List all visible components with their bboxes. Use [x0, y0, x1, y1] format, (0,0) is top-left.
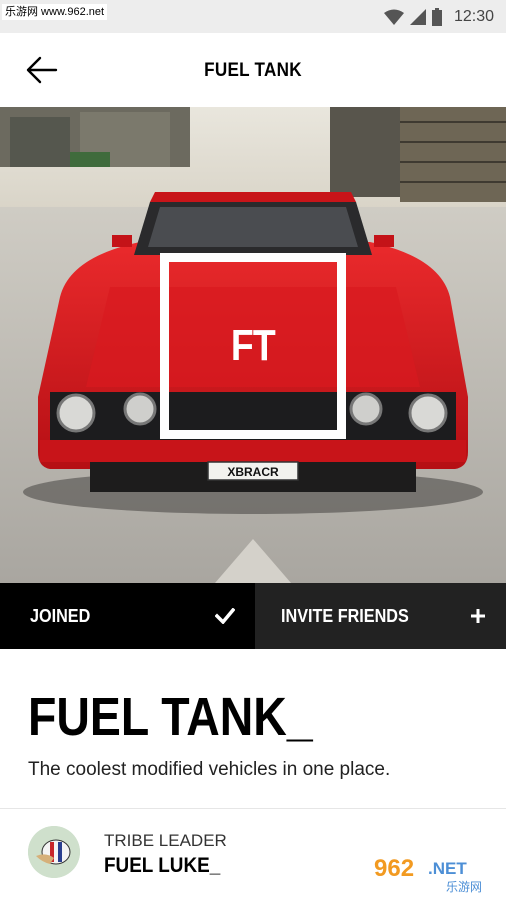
- leader-role: TRIBE LEADER: [104, 831, 227, 850]
- plus-icon: [471, 609, 485, 623]
- joined-button[interactable]: JOINED: [0, 583, 255, 649]
- action-bar: JOINED INVITE FRIENDS: [0, 583, 506, 649]
- status-time: 12:30: [453, 8, 494, 25]
- tribe-description: The coolest modified vehicles in one pla…: [28, 759, 391, 780]
- status-bar: 乐游网 www.962.net 12:30: [0, 0, 506, 33]
- invite-friends-label: INVITE FRIENDS: [281, 605, 409, 626]
- page-title: FUEL TANK: [204, 60, 302, 81]
- invite-friends-button[interactable]: INVITE FRIENDS: [255, 583, 506, 649]
- leader-avatar[interactable]: [28, 826, 80, 878]
- watermark-logo: 962 .NET 乐游网: [368, 852, 500, 894]
- checkmark-icon: [215, 608, 235, 624]
- tribe-logo: FT: [160, 253, 346, 439]
- tribe-name: FUEL TANK_: [28, 687, 313, 747]
- watermark-top: 乐游网 www.962.net: [2, 4, 108, 20]
- hero-image: XBRACR FT: [0, 107, 506, 583]
- app-bar: FUEL TANK: [0, 33, 506, 107]
- wifi-icon: [383, 9, 404, 25]
- battery-icon: [431, 8, 442, 26]
- helmet-avatar-icon: [28, 826, 80, 878]
- watermark-chinese: 乐游网: [446, 880, 482, 894]
- watermark-domain: .NET: [428, 859, 467, 878]
- joined-label: JOINED: [30, 605, 91, 626]
- signal-icon: [409, 9, 426, 25]
- divider: [0, 808, 506, 809]
- leader-name[interactable]: FUEL LUKE_: [104, 854, 220, 878]
- watermark-brand: 962: [374, 855, 414, 882]
- status-icons: 12:30: [383, 6, 494, 28]
- license-plate-text: XBRACR: [227, 465, 279, 479]
- tribe-logo-text: FT: [230, 321, 276, 370]
